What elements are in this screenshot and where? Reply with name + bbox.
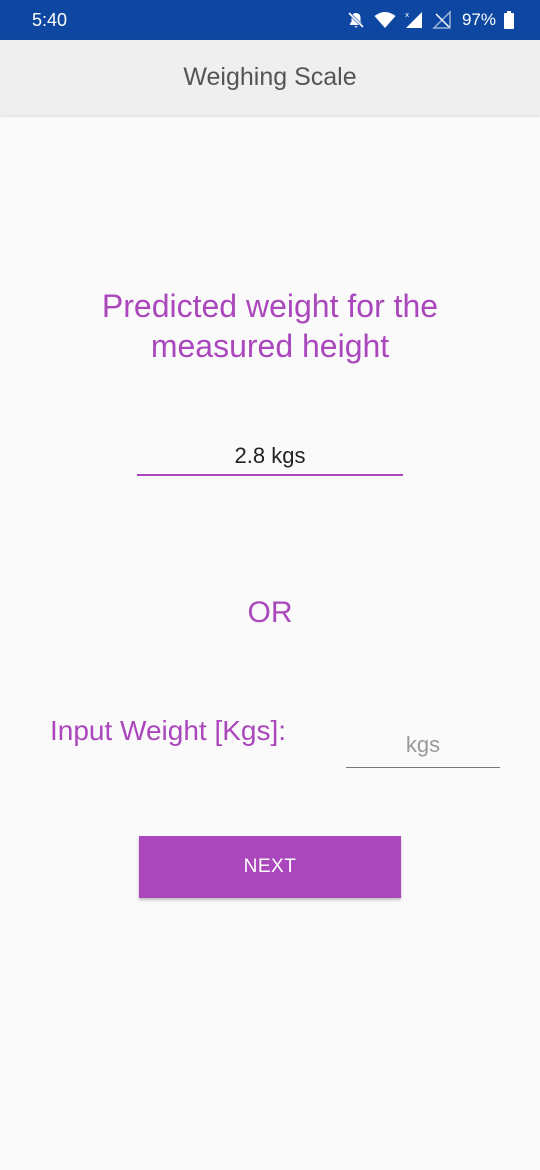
battery-percent: 97% [461,10,496,29]
svg-text:x: x [405,11,409,19]
status-icons: x 97% [346,10,514,30]
app-title: Weighing Scale [183,63,357,91]
next-button[interactable]: NEXT [139,836,401,898]
predicted-weight-heading: Predicted weight for the measured height [101,288,439,364]
status-bar: 5:40 x 97% [0,0,540,40]
mute-icon [346,10,366,30]
battery-icon [504,11,514,29]
app-bar: Weighing Scale [0,40,540,115]
input-weight-label: Input Weight [Kgs]: [50,715,287,746]
or-label: OR [247,596,293,629]
wifi-icon [374,11,396,29]
signal-icon: x [404,10,424,30]
weight-input[interactable] [346,722,500,768]
status-time: 5:40 [32,9,68,30]
predicted-weight-field[interactable]: 2.8 kgs [137,438,403,476]
no-sim-icon [432,10,452,30]
